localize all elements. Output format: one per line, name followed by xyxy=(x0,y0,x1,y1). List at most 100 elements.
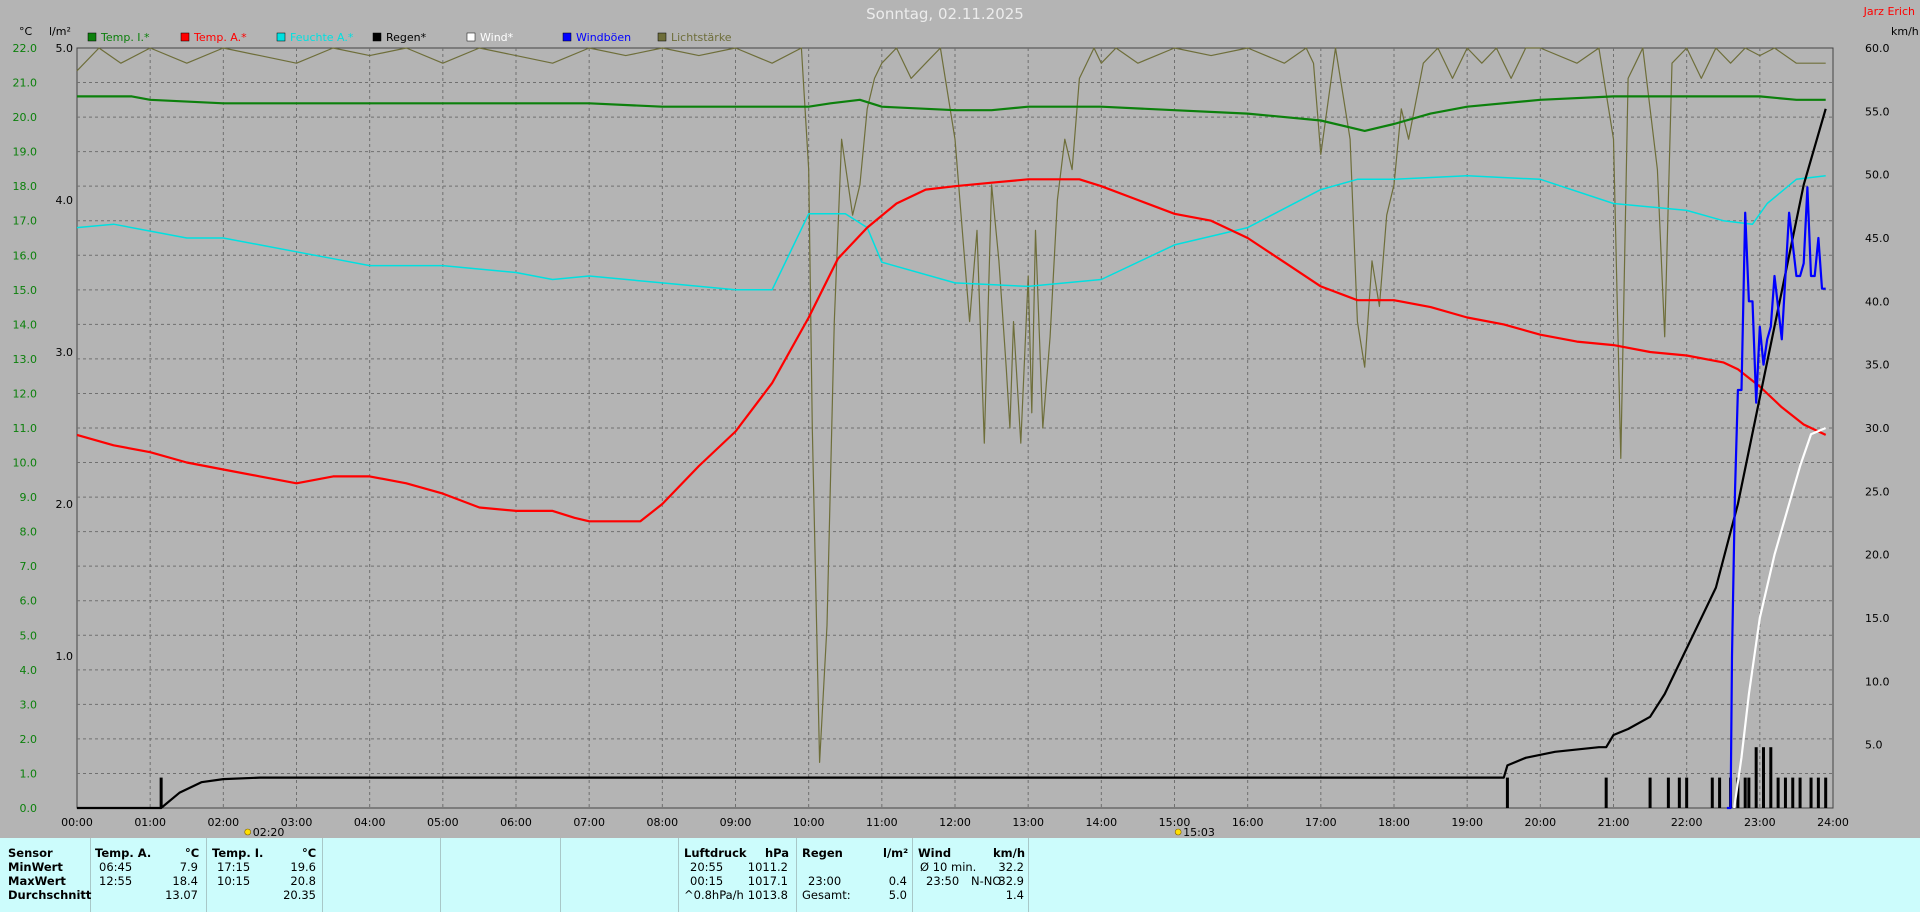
temp-unit-label: °C xyxy=(19,25,33,38)
sensor-header: Sensor xyxy=(8,846,53,860)
time-tick-label: 17:00 xyxy=(1305,816,1337,829)
divider xyxy=(206,838,207,912)
temp-outside-line xyxy=(76,178,1827,523)
rain-bar xyxy=(1769,747,1773,808)
temp-tick-label: 7.0 xyxy=(20,560,38,573)
rain-unit: l/m² xyxy=(883,846,909,860)
rain-header: Regen xyxy=(802,846,843,860)
wind-line xyxy=(1733,426,1827,809)
time-tick-label: 03:00 xyxy=(281,816,313,829)
rain-bar xyxy=(1824,777,1828,808)
statistics-panel: Sensor MinWert MaxWert Durchschnitt Temp… xyxy=(0,838,1920,912)
time-tick-label: 24:00 xyxy=(1817,816,1849,829)
temp-tick-label: 13.0 xyxy=(13,353,38,366)
time-tick-label: 10:00 xyxy=(793,816,825,829)
station-name: Jarz Erich xyxy=(1863,5,1915,18)
time-tick-label: 07:00 xyxy=(573,816,605,829)
divider xyxy=(440,838,441,912)
rain-tick-label: 5.0 xyxy=(56,42,74,55)
wind-tick-label: 45.0 xyxy=(1865,232,1890,245)
temp-i-max: 20.8 xyxy=(290,874,316,888)
wind-tick-label: 60.0 xyxy=(1865,42,1890,55)
temp-tick-label: 4.0 xyxy=(20,664,38,677)
pressure-unit: hPa xyxy=(765,846,790,860)
wind-tick-label: 55.0 xyxy=(1865,105,1890,118)
temp-tick-label: 14.0 xyxy=(13,318,38,331)
temp-tick-label: 0.0 xyxy=(20,802,38,815)
time-tick-label: 23:00 xyxy=(1744,816,1776,829)
temp-tick-label: 3.0 xyxy=(20,698,38,711)
temp-i-unit: °C xyxy=(302,846,317,860)
time-tick-label: 20:00 xyxy=(1524,816,1556,829)
temp-tick-label: 9.0 xyxy=(20,491,38,504)
temp-a-min-time: 06:45 xyxy=(99,860,133,874)
wind-tick-label: 20.0 xyxy=(1865,549,1890,562)
legend-label: Lichtstärke xyxy=(671,31,732,44)
time-tick-label: 06:00 xyxy=(500,816,532,829)
time-tick-label: 13:00 xyxy=(1012,816,1044,829)
wind-tick-label: 5.0 xyxy=(1865,739,1883,752)
rain-max-time: 23:00 xyxy=(808,874,842,888)
rain-bar xyxy=(1798,777,1802,808)
time-tick-label: 09:00 xyxy=(720,816,752,829)
time-tick-label: 14:00 xyxy=(1085,816,1117,829)
sun-icon xyxy=(1174,828,1182,836)
axis-labels: 0.0 1.0 2.0 3.0 4.0 5.0 6.0 7.0 8.0 9.0 10.0 11.0 12… xyxy=(13,42,1890,829)
temp-tick-label: 11.0 xyxy=(13,422,38,435)
rain-bar xyxy=(1791,777,1795,808)
legend-swatch xyxy=(180,32,190,42)
legend-label: Feuchte A.* xyxy=(290,31,354,44)
pressure-trend: ^0.8hPa/h xyxy=(684,888,744,902)
legend-swatch xyxy=(276,32,286,42)
rain-tick-label: 1.0 xyxy=(56,650,74,663)
rain-cumulative-line xyxy=(77,108,1827,810)
wind-max-time: 23:50 xyxy=(926,874,960,888)
time-tick-label: 05:00 xyxy=(427,816,459,829)
temp-a-avg: 13.07 xyxy=(165,888,198,902)
legend-label: Temp. A.* xyxy=(193,31,247,44)
pressure-max-time: 00:15 xyxy=(690,874,724,888)
divider xyxy=(796,838,797,912)
row-avg-label: Durchschnitt xyxy=(8,888,92,902)
divider xyxy=(322,838,323,912)
temp-tick-label: 19.0 xyxy=(13,146,38,159)
rain-tick-label: 4.0 xyxy=(56,194,74,207)
temp-i-min: 19.6 xyxy=(290,860,316,874)
temp-tick-label: 22.0 xyxy=(13,42,38,55)
legend-swatch xyxy=(657,32,667,42)
legend-label: Regen* xyxy=(386,31,427,44)
rain-bar xyxy=(1761,747,1765,808)
rain-bar xyxy=(1710,777,1714,808)
temp-tick-label: 1.0 xyxy=(20,767,38,780)
legend-swatch xyxy=(372,32,382,42)
wind-tick-label: 40.0 xyxy=(1865,295,1890,308)
row-min-label: MinWert xyxy=(8,860,63,874)
temp-tick-label: 2.0 xyxy=(20,733,38,746)
temp-a-min: 7.9 xyxy=(179,860,198,874)
rain-bar xyxy=(1743,777,1747,808)
pressure-max: 1017.1 xyxy=(747,874,788,888)
wind-gust-line xyxy=(1726,186,1826,810)
temp-tick-label: 12.0 xyxy=(13,387,38,400)
rain-bar xyxy=(1604,777,1608,808)
time-tick-label: 11:00 xyxy=(866,816,898,829)
rain-bar xyxy=(1747,777,1751,808)
rain-max: 0.4 xyxy=(888,874,907,888)
rain-bar xyxy=(1505,777,1509,808)
temp-a-max-time: 12:55 xyxy=(99,874,133,888)
wind-tick-label: 30.0 xyxy=(1865,422,1890,435)
rain-total-label: Gesamt: xyxy=(802,888,851,902)
temp-tick-label: 16.0 xyxy=(13,249,38,262)
temp-a-unit: °C xyxy=(185,846,200,860)
time-tick-label: 04:00 xyxy=(354,816,386,829)
divider xyxy=(912,838,913,912)
temp-i-min-time: 17:15 xyxy=(217,860,251,874)
temp-tick-label: 17.0 xyxy=(13,215,38,228)
wind-tick-label: 10.0 xyxy=(1865,675,1890,688)
temp-tick-label: 6.0 xyxy=(20,595,38,608)
light-intensity-line xyxy=(76,47,1826,764)
temp-i-avg: 20.35 xyxy=(283,888,316,902)
wind-tick-label: 35.0 xyxy=(1865,359,1890,372)
time-tick-label: 08:00 xyxy=(646,816,678,829)
temp-i-header: Temp. I. xyxy=(212,846,264,860)
